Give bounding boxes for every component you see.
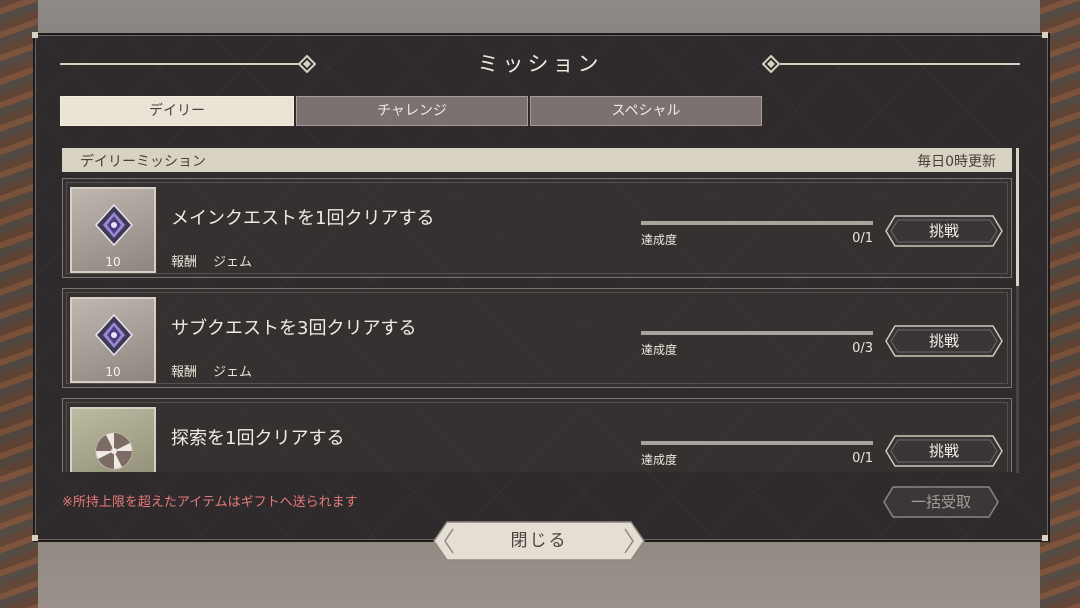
- mission-title: メインクエストを1回クリアする: [171, 208, 435, 229]
- reward-item-slot[interactable]: 10: [70, 187, 156, 273]
- progress-value: 0/1: [852, 451, 873, 466]
- section-header: デイリーミッション 毎日0時更新: [62, 148, 1012, 172]
- panel-corner: [32, 535, 38, 541]
- title-divider-left: [60, 63, 300, 65]
- diamond-ornament-icon: [298, 55, 316, 73]
- challenge-button[interactable]: 挑戦: [885, 325, 1003, 357]
- gem-icon: [94, 313, 134, 357]
- challenge-button[interactable]: 挑戦: [885, 215, 1003, 247]
- progress-label: 達成度: [641, 453, 678, 467]
- claim-all-label: 一括受取: [910, 493, 971, 511]
- challenge-button[interactable]: 挑戦: [885, 435, 1003, 467]
- mission-row: 探索を1回クリアする 達成度 0/1 挑戦: [62, 398, 1012, 472]
- background-foliage-left: [0, 0, 38, 608]
- panel-corner: [32, 32, 38, 38]
- title-divider-right: [780, 63, 1020, 65]
- reward-count: 10: [105, 365, 121, 379]
- claim-all-button[interactable]: 一括受取: [883, 486, 999, 518]
- mission-reward: 報酬 ジェム: [171, 251, 252, 270]
- progress-bar: [641, 221, 873, 225]
- progress-value: 0/1: [852, 231, 873, 246]
- dialog-title: ミッション: [477, 52, 603, 76]
- reward-label: 報酬: [171, 255, 198, 270]
- reward-item-slot[interactable]: 10: [70, 297, 156, 383]
- reward-name: ジェム: [213, 365, 253, 380]
- pinwheel-candy-icon: [95, 432, 133, 470]
- progress-label: 達成度: [641, 343, 678, 357]
- progress-label: 達成度: [641, 233, 678, 247]
- progress-value: 0/3: [852, 341, 873, 356]
- section-title: デイリーミッション: [80, 154, 206, 170]
- mission-title: サブクエストを3回クリアする: [171, 318, 417, 339]
- tab-special[interactable]: スペシャル: [530, 96, 762, 126]
- progress-bar: [641, 331, 873, 335]
- tab-daily[interactable]: デイリー: [60, 96, 294, 126]
- diamond-ornament-icon: [762, 55, 780, 73]
- challenge-button-label: 挑戦: [928, 332, 959, 350]
- gift-overflow-note: ※所持上限を超えたアイテムはギフトへ送られます: [62, 495, 358, 510]
- reset-time: 毎日0時更新: [917, 154, 996, 170]
- mission-row: 10 メインクエストを1回クリアする 報酬 ジェム 達成度 0/1 挑戦: [62, 178, 1012, 278]
- mission-reward: 報酬 ジェム: [171, 361, 252, 380]
- reward-name: ジェム: [213, 255, 253, 270]
- mission-row: 10 サブクエストを3回クリアする 報酬 ジェム 達成度 0/3 挑戦: [62, 288, 1012, 388]
- reward-label: 報酬: [171, 365, 198, 380]
- reward-item-slot[interactable]: [70, 407, 156, 472]
- progress-bar: [641, 441, 873, 445]
- close-button[interactable]: 閉じる: [433, 521, 645, 561]
- challenge-button-label: 挑戦: [928, 222, 959, 240]
- mission-list: 10 メインクエストを1回クリアする 報酬ジェム 達成度 0/1 挑戦 10: [62, 178, 1012, 472]
- challenge-button-label: 挑戦: [928, 442, 959, 460]
- panel-corner: [1042, 535, 1048, 541]
- mission-title: 探索を1回クリアする: [171, 428, 345, 449]
- reward-count: 10: [105, 255, 121, 269]
- scrollbar-thumb[interactable]: [1016, 148, 1019, 286]
- panel-corner: [1042, 32, 1048, 38]
- gem-icon: [94, 203, 134, 247]
- tab-challenge[interactable]: チャレンジ: [296, 96, 528, 126]
- close-button-label: 閉じる: [510, 531, 568, 551]
